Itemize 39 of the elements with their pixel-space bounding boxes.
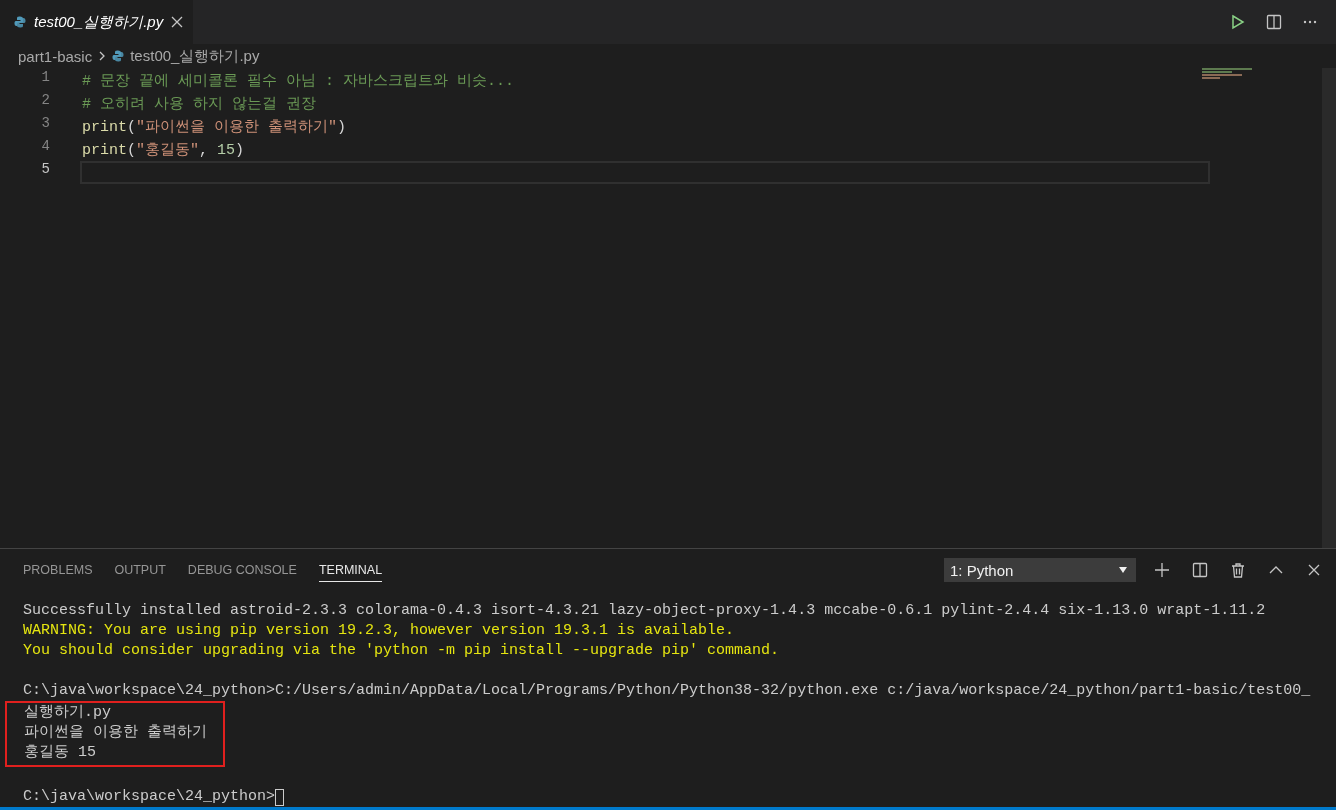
terminal-line: WARNING: You are using pip version 19.2.3, however version 19.3.1 is available. [23,621,736,641]
file-type-icon [14,16,26,28]
editor-tab[interactable]: test00_실행하기.py [0,0,194,44]
terminal-line: 파이썬을 이용한 출력하기 [24,723,207,743]
terminal-line: C:\java\workspace\24_python>C:/Users/admin/AppData/Local/Programs/Python/Python38-32/python.exe c:/java/workspace/24_python/part1-basic/test00_ [23,681,1312,701]
line-number: 3 [40,115,51,133]
split-editor-icon[interactable] [1266,14,1282,30]
panel-tab[interactable]: PROBLEMS [23,558,93,582]
panel-tab[interactable]: OUTPUT [114,558,166,582]
breadcrumb-item[interactable]: test00_실행하기.py [130,46,260,66]
cursor [275,788,285,806]
chevron-right-icon [98,50,107,62]
terminal-line: 홍길동 15 [24,743,97,763]
code-line: # 오히려 사용 하지 않는걸 권장 [81,95,317,115]
split-terminal-icon[interactable] [1192,562,1208,578]
code-line: print("홍길동", 15) [81,141,246,161]
panel-tab[interactable]: DEBUG CONSOLE [187,558,297,582]
file-type-icon [112,50,125,62]
scrollbar[interactable] [1322,68,1336,548]
terminal-line: 실행하기.py [24,703,112,723]
breadcrumb-item[interactable]: part1-basic [18,47,93,65]
code-line: print("파이썬을 이용한 출력하기") [81,118,348,138]
terminal-line: You should consider upgrading via the 'python -m pip install --upgrade pip' command. [23,641,781,661]
terminal-prompt: C:\java\workspace\24_python> [23,787,276,807]
terminal-select[interactable]: 1: Python [944,558,1136,582]
trash-icon[interactable] [1230,562,1246,578]
line-number: 1 [40,69,51,87]
code-line: # 문장 끝에 세미콜론 필수 아님 : 자바스크립트와 비슷... [81,72,516,92]
line-number: 4 [40,138,51,156]
line-number: 5 [40,161,51,179]
minimap-drawing [1202,68,1252,79]
close-icon[interactable] [1306,562,1322,578]
play-icon[interactable] [1230,14,1246,30]
plus-icon[interactable] [1154,562,1170,578]
panel-tab[interactable]: TERMINAL [318,558,383,582]
close-icon[interactable] [171,16,184,28]
caret-down-icon [1118,566,1128,574]
line-number: 2 [40,92,51,110]
terminal-line: Successfully installed astroid-2.3.3 colorama-0.4.3 isort-4.3.21 lazy-object-proxy-1.4.3 mccabe-0.6.1 pylint-2.4.4 six-1.13.0 wrapt-1.11.2 [23,601,1267,621]
